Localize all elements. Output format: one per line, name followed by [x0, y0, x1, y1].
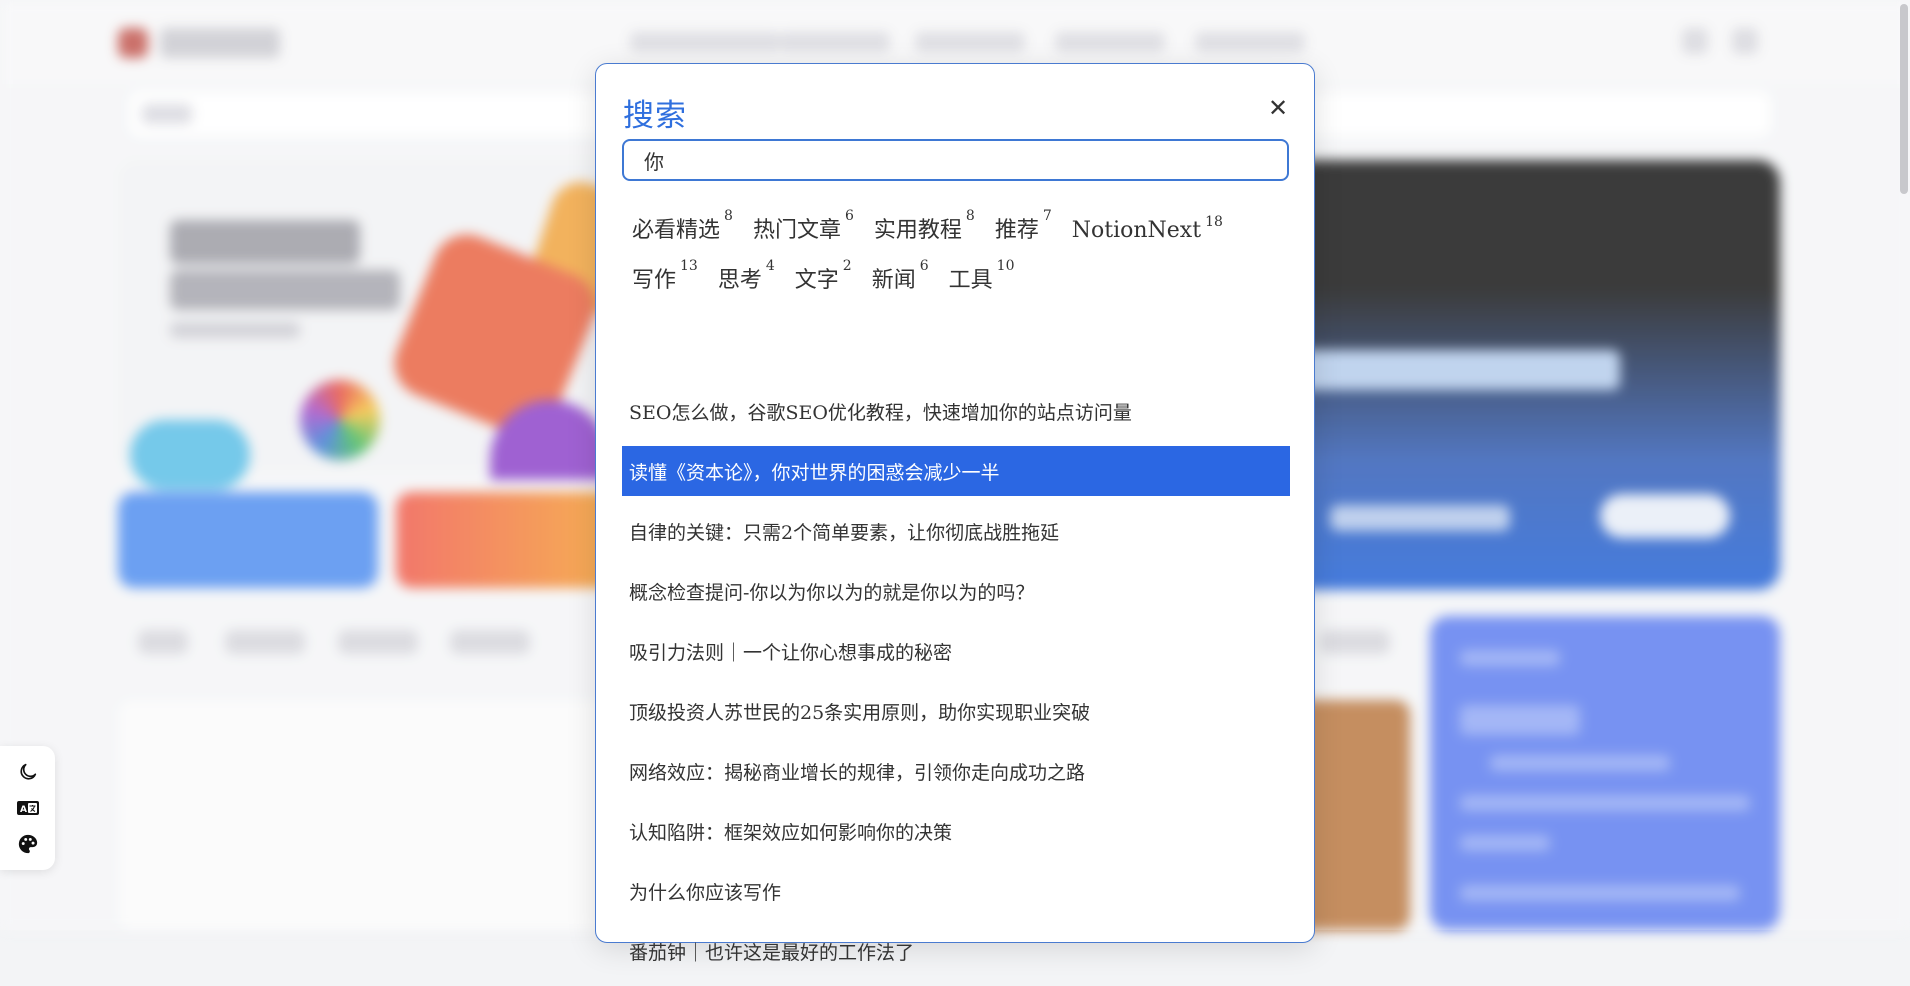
- search-result-item[interactable]: 概念检查提问-你以为你以为的就是你以为的吗？: [622, 566, 1290, 616]
- search-result-item[interactable]: 认知陷阱：框架效应如何影响你的决策: [622, 806, 1290, 856]
- page-scrollbar-thumb[interactable]: [1900, 4, 1908, 194]
- tag-item[interactable]: 必看精选 8: [632, 208, 733, 244]
- tag-label: 写作: [632, 268, 677, 293]
- tag-count: 2: [842, 258, 852, 274]
- tag-label: 思考: [717, 268, 762, 293]
- search-result-item[interactable]: 为什么你应该写作: [622, 866, 1290, 916]
- tag-item[interactable]: 写作 13: [632, 258, 698, 294]
- tag-item[interactable]: 热门文章 6: [752, 208, 854, 244]
- tag-label: 必看精选: [632, 218, 721, 243]
- modal-title: 搜索: [623, 98, 687, 134]
- tag-item[interactable]: 工具 10: [948, 258, 1015, 294]
- svg-text:A: A: [20, 805, 27, 815]
- tag-count: 6: [919, 258, 929, 274]
- tag-count: 7: [1042, 208, 1052, 224]
- tag-item[interactable]: 文字 2: [794, 258, 852, 294]
- tag-label: NotionNext: [1071, 218, 1202, 243]
- palette-icon[interactable]: [16, 832, 40, 856]
- floating-toolbar: A: [0, 746, 55, 870]
- tag-label: 推荐: [994, 218, 1039, 243]
- translate-icon[interactable]: A: [16, 796, 40, 820]
- tag-item[interactable]: 推荐 7: [994, 208, 1052, 244]
- tag-row: 必看精选 8 热门文章 6 实用教程 8 推荐 7 NotionNext 18: [632, 208, 1282, 262]
- search-input[interactable]: [622, 139, 1289, 181]
- search-result-item[interactable]: 自律的关键：只需2个简单要素，让你彻底战胜拖延: [622, 506, 1290, 556]
- tag-count: 8: [965, 208, 975, 224]
- tag-count: 13: [680, 258, 698, 274]
- tag-count: 10: [996, 258, 1015, 274]
- tag-item[interactable]: 思考 4: [717, 258, 775, 294]
- tag-count: 18: [1205, 214, 1223, 230]
- tag-label: 新闻: [871, 268, 916, 293]
- tag-count: 8: [724, 208, 733, 224]
- search-result-item[interactable]: 读懂《资本论》，你对世界的困惑会减少一半: [622, 446, 1290, 496]
- moon-icon[interactable]: [16, 760, 40, 784]
- tag-item[interactable]: 新闻 6: [871, 258, 929, 294]
- tag-count: 6: [844, 208, 854, 224]
- search-modal: 搜索 ✕ 必看精选8 热门文章6 实用教程8 推荐7 NotionNext18 …: [595, 63, 1315, 964]
- search-result-item[interactable]: 顶级投资人苏世民的25条实用原则，助你实现职业突破: [622, 686, 1290, 736]
- tag-row: 写作 13 思考 4 文字 2 新闻 6 工具 10: [632, 258, 1282, 312]
- tag-label: 实用教程: [873, 218, 962, 243]
- tag-label: 文字: [794, 268, 839, 293]
- search-result-item[interactable]: 吸引力法则｜一个让你心想事成的秘密: [622, 626, 1290, 676]
- search-result-item[interactable]: 番茄钟｜也许这是最好的工作法了: [622, 926, 1290, 976]
- search-results: SEO怎么做，谷歌SEO优化教程，快速增加你的站点访问量 读懂《资本论》，你对世…: [622, 386, 1290, 986]
- tag-label: 热门文章: [752, 218, 841, 243]
- tag-label: 工具: [948, 268, 993, 293]
- close-icon[interactable]: ✕: [1264, 94, 1292, 122]
- search-result-item[interactable]: SEO怎么做，谷歌SEO优化教程，快速增加你的站点访问量: [622, 386, 1290, 436]
- tag-count: 4: [765, 258, 775, 274]
- tag-item[interactable]: 实用教程 8: [873, 208, 975, 244]
- tag-item[interactable]: NotionNext 18: [1071, 214, 1223, 243]
- tag-cloud: 必看精选 8 热门文章 6 实用教程 8 推荐 7 NotionNext 18 写作 13 …: [632, 208, 1282, 312]
- search-result-item[interactable]: 网络效应：揭秘商业增长的规律，引领你走向成功之路: [622, 746, 1290, 796]
